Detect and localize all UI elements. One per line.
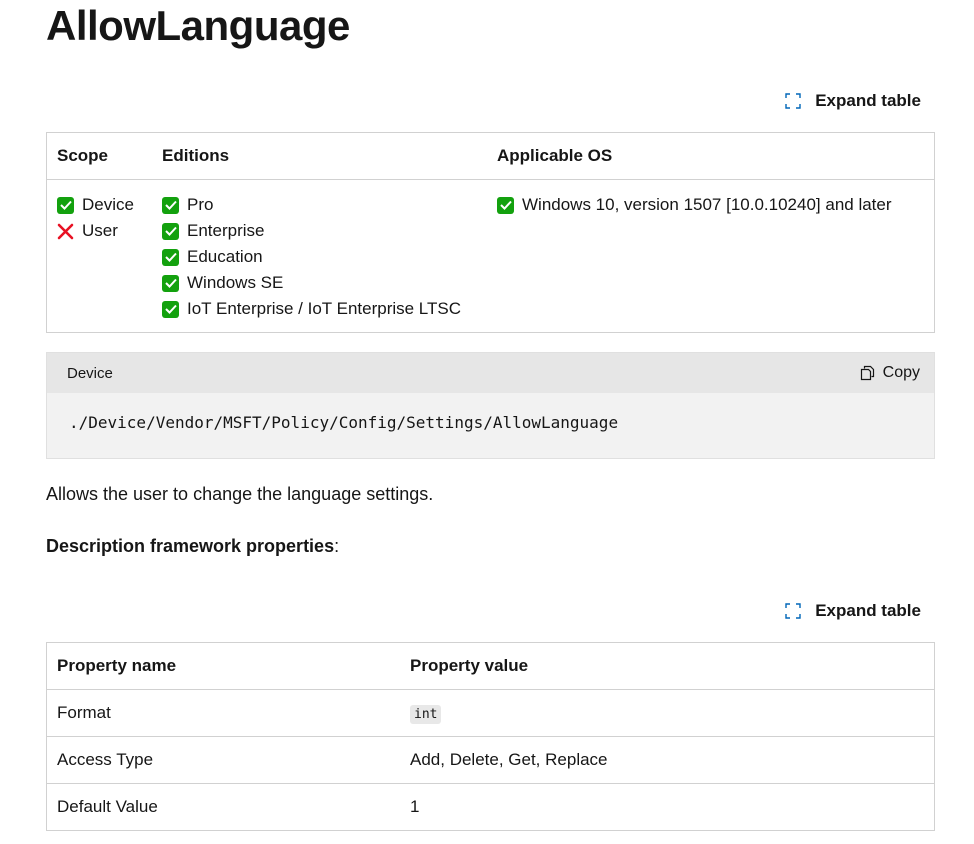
header-editions: Editions — [152, 132, 487, 180]
edition-item: Education — [162, 244, 477, 270]
scope-table: Scope Editions Applicable OS Device User — [46, 132, 935, 333]
checkmark-icon — [162, 274, 179, 292]
os-cell: Windows 10, version 1507 [10.0.10240] an… — [487, 180, 935, 333]
header-property-value: Property value — [400, 642, 935, 690]
os-item: Windows 10, version 1507 [10.0.10240] an… — [497, 192, 924, 218]
scope-device: Device — [57, 192, 142, 218]
checkmark-icon — [162, 248, 179, 266]
page-title: AllowLanguage — [46, 2, 350, 49]
os-label: Windows 10, version 1507 [10.0.10240] an… — [522, 195, 892, 214]
expand-table-button[interactable]: Expand table — [785, 601, 921, 621]
property-name: Access Type — [46, 736, 400, 784]
expand-table-label: Expand table — [815, 91, 921, 110]
description-text: Allows the user to change the language s… — [46, 484, 434, 504]
copy-label: Copy — [882, 364, 920, 381]
edition-label: Pro — [187, 195, 214, 214]
properties-table: Property name Property value Format int … — [46, 642, 935, 831]
code-block-label: Device — [67, 364, 113, 382]
framework-heading-text: Description framework properties — [46, 536, 335, 556]
checkmark-icon — [162, 196, 179, 214]
code-content: ./Device/Vendor/MSFT/Policy/Config/Setti… — [69, 413, 619, 432]
code-block-header: Device Copy — [47, 353, 934, 393]
edition-item: IoT Enterprise / IoT Enterprise LTSC — [162, 296, 477, 322]
code-block: Device Copy ./Device/Vendor/MSFT/Policy/… — [46, 352, 935, 459]
edition-label: Enterprise — [187, 221, 265, 240]
editions-cell: Pro Enterprise Education Windows SE IoT … — [152, 180, 487, 333]
cross-icon — [57, 223, 74, 240]
property-value: 1 — [400, 783, 935, 831]
property-name: Format — [46, 689, 400, 737]
scope-user: User — [57, 218, 142, 244]
table-row: Default Value 1 — [46, 783, 935, 831]
expand-icon — [785, 603, 801, 619]
expand-table-button[interactable]: Expand table — [785, 91, 921, 111]
header-scope: Scope — [46, 132, 152, 180]
property-value: Add, Delete, Get, Replace — [400, 736, 935, 784]
checkmark-icon — [497, 196, 514, 214]
copy-icon — [860, 365, 874, 381]
edition-label: Windows SE — [187, 273, 284, 292]
expand-icon — [785, 93, 801, 109]
scope-label: User — [82, 221, 118, 240]
scope-label: Device — [82, 195, 134, 214]
edition-item: Enterprise — [162, 218, 477, 244]
header-property-name: Property name — [46, 642, 400, 690]
table-row: Format int — [46, 689, 935, 737]
header-applicable-os: Applicable OS — [487, 132, 935, 180]
checkmark-icon — [162, 222, 179, 240]
property-value-cell: int — [400, 689, 935, 737]
property-name: Default Value — [46, 783, 400, 831]
scope-cell: Device User — [47, 180, 153, 333]
edition-item: Pro — [162, 192, 477, 218]
framework-heading-suffix: : — [334, 536, 340, 556]
edition-label: Education — [187, 247, 263, 266]
edition-item: Windows SE — [162, 270, 477, 296]
table-row: Access Type Add, Delete, Get, Replace — [46, 736, 935, 784]
expand-table-label: Expand table — [815, 601, 921, 620]
copy-button[interactable]: Copy — [860, 364, 920, 382]
checkmark-icon — [162, 300, 179, 318]
edition-label: IoT Enterprise / IoT Enterprise LTSC — [187, 299, 462, 318]
property-value-code: int — [410, 705, 442, 724]
checkmark-icon — [57, 196, 74, 214]
framework-heading: Description framework properties: — [46, 536, 339, 557]
